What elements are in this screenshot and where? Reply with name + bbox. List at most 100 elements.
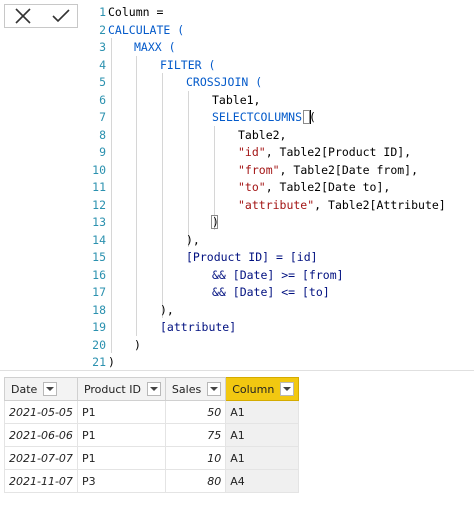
table-cell[interactable]: A1 xyxy=(225,400,300,424)
function-maxx: MAXX ( xyxy=(134,40,176,54)
table-row: 2021-11-07 P3 80 A4 xyxy=(4,469,300,493)
table-cell[interactable]: P3 xyxy=(76,469,166,493)
dax-formula-editor[interactable]: 1 2 3 4 5 6 7 8 9 10 11 12 13 14 15 16 1… xyxy=(0,0,474,370)
filter-dropdown-icon[interactable] xyxy=(207,382,222,396)
column-header-column[interactable]: Column xyxy=(225,377,300,401)
code-line-18: ), xyxy=(160,302,174,320)
column-header-product-id[interactable]: Product ID xyxy=(76,377,166,401)
code-line-12: "attribute", Table2[Attribute] xyxy=(238,197,446,215)
table-cell[interactable]: 80 xyxy=(164,469,227,493)
table-cell[interactable]: 2021-05-05 xyxy=(4,400,78,424)
string-literal: "attribute" xyxy=(238,197,315,212)
table-cell[interactable]: P1 xyxy=(76,423,166,447)
table-header-row: Date Product ID Sales Column xyxy=(4,377,300,401)
table-cell[interactable]: 75 xyxy=(164,423,227,447)
code-line-11: "to", Table2[Date to], xyxy=(238,179,390,197)
indent-guide xyxy=(162,73,163,318)
code-line-15: [Product ID] = [id] xyxy=(186,249,318,267)
line-number: 17 xyxy=(92,285,106,299)
table-cell[interactable]: 2021-11-07 xyxy=(4,469,78,493)
column-reference: , Table2[Date from], xyxy=(279,162,419,177)
column-header-label: Product ID xyxy=(83,382,141,396)
table-row: 2021-07-07 P1 10 A1 xyxy=(4,446,300,470)
table-row: 2021-06-06 P1 75 A1 xyxy=(4,423,300,447)
column-header-label: Sales xyxy=(171,382,202,396)
table-cell[interactable]: P1 xyxy=(76,400,166,424)
function-filter: FILTER ( xyxy=(160,57,216,72)
code-line-16: && [Date] >= [from] xyxy=(212,267,344,285)
close-icon xyxy=(15,8,31,24)
column-reference: , Table2[Product ID], xyxy=(265,145,412,159)
line-number: 15 xyxy=(92,250,106,264)
commit-button[interactable] xyxy=(42,5,78,27)
table-cell[interactable]: A4 xyxy=(225,469,300,493)
line-number: 8 xyxy=(99,127,106,142)
filter-dropdown-icon[interactable] xyxy=(43,382,58,396)
table-cell[interactable]: 10 xyxy=(164,446,227,470)
column-reference: , Table2[Date to], xyxy=(265,180,391,194)
filter-dropdown-icon[interactable] xyxy=(146,382,161,396)
close-paren: ), xyxy=(186,232,200,247)
close-paren: ) xyxy=(134,337,141,352)
line-number: 11 xyxy=(92,180,106,194)
code-line-2: CALCULATE ( xyxy=(108,22,184,40)
data-table-view: Date Product ID Sales Column 2021-05-05 … xyxy=(0,370,474,516)
line-number: 3 xyxy=(99,40,106,54)
line-number-gutter: 1 2 3 4 5 6 7 8 9 10 11 12 13 14 15 16 1… xyxy=(84,0,106,370)
table-cell[interactable]: 2021-06-06 xyxy=(4,423,78,447)
code-line-5: CROSSJOIN ( xyxy=(186,74,262,92)
line-number: 12 xyxy=(92,197,106,212)
code-line-10: "from", Table2[Date from], xyxy=(238,162,418,180)
table-cell[interactable]: A1 xyxy=(225,446,300,470)
column-header-label: Column xyxy=(232,382,275,396)
column-reference: [attribute] xyxy=(160,320,237,334)
table-cell[interactable]: 50 xyxy=(164,400,227,424)
formula-bar-buttons xyxy=(4,4,78,28)
table-row: 2021-05-05 P1 50 A1 xyxy=(4,400,300,424)
code-line-3: MAXX ( xyxy=(134,39,176,57)
code-line-4: FILTER ( xyxy=(160,57,215,75)
code-line-6: Table1, xyxy=(212,92,260,110)
filter-condition: && [Date] <= [to] xyxy=(212,285,330,299)
line-number: 14 xyxy=(92,232,106,247)
data-table: Date Product ID Sales Column 2021-05-05 … xyxy=(4,377,300,493)
code-line-9: "id", Table2[Product ID], xyxy=(238,144,411,162)
line-number: 10 xyxy=(92,162,106,177)
cancel-button[interactable] xyxy=(5,5,41,27)
text-cursor xyxy=(310,110,311,124)
code-area[interactable]: Column = CALCULATE ( MAXX ( FILTER ( CRO… xyxy=(108,0,474,370)
table-reference: Table2, xyxy=(238,127,287,142)
table-reference: Table1, xyxy=(212,92,261,107)
code-line-17: && [Date] <= [to] xyxy=(212,284,330,302)
column-header-sales[interactable]: Sales xyxy=(164,377,227,401)
code-line-21: ) xyxy=(108,354,115,372)
code-line-7: SELECTCOLUMNS ( xyxy=(212,109,316,127)
code-line-20: ) xyxy=(134,337,141,355)
table-cell[interactable]: P1 xyxy=(76,446,166,470)
close-paren: ) xyxy=(108,355,115,369)
indent-guide xyxy=(136,56,137,336)
line-number: 13 xyxy=(92,215,106,229)
table-cell[interactable]: 2021-07-07 xyxy=(4,446,78,470)
code-line-14: ), xyxy=(186,232,200,250)
check-icon xyxy=(52,9,70,23)
line-number: 18 xyxy=(92,302,106,317)
column-header-date[interactable]: Date xyxy=(4,377,78,401)
table-cell[interactable]: A1 xyxy=(225,423,300,447)
filter-condition: && [Date] >= [from] xyxy=(212,267,344,282)
filter-condition: [Product ID] = [id] xyxy=(186,250,318,264)
line-number: 6 xyxy=(99,92,106,107)
line-number: 2 xyxy=(99,22,106,37)
filter-dropdown-icon[interactable] xyxy=(280,382,295,396)
string-literal: "id" xyxy=(238,145,266,159)
column-reference: , Table2[Attribute] xyxy=(314,197,446,212)
string-literal: "to" xyxy=(238,180,266,194)
line-number: 5 xyxy=(99,75,106,89)
line-number: 4 xyxy=(99,57,106,72)
bracket-match-highlight xyxy=(211,215,218,229)
line-number: 20 xyxy=(92,337,106,352)
line-number: 16 xyxy=(92,267,106,282)
bracket-match-highlight xyxy=(303,110,310,124)
line-number: 19 xyxy=(92,320,106,334)
measure-name: Column = xyxy=(108,5,164,19)
